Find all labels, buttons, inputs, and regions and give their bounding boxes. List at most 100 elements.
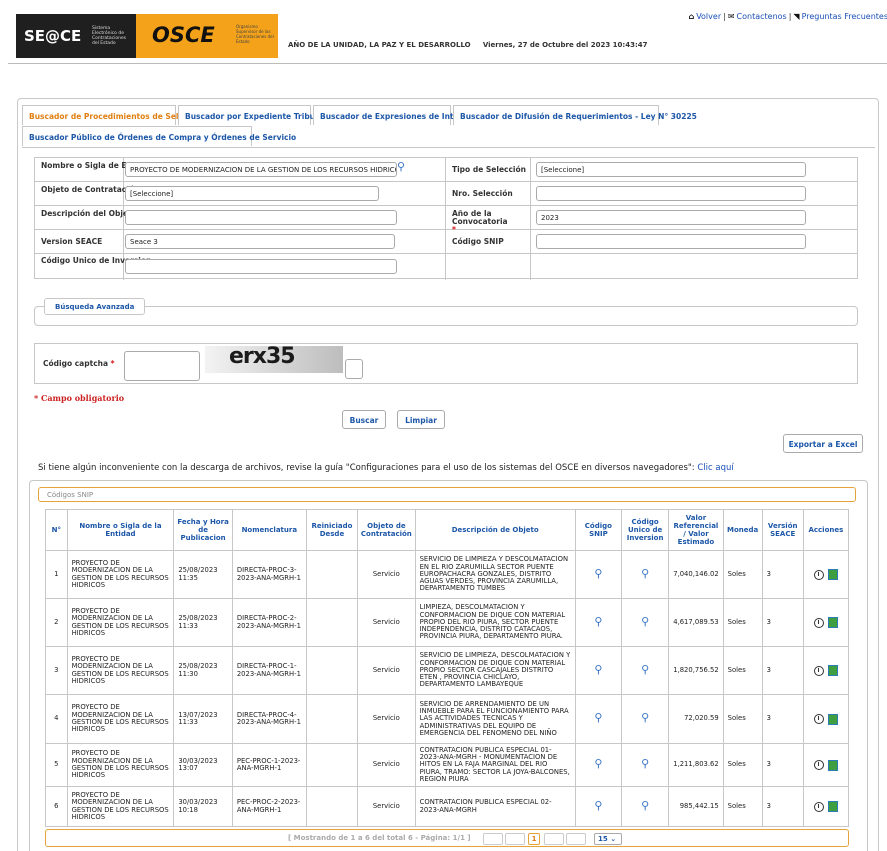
snip-search-icon[interactable]: ⚲ xyxy=(594,567,602,580)
faq-link[interactable]: Preguntas Frecuentes xyxy=(802,12,887,21)
cell-actions xyxy=(802,598,850,647)
snip-input[interactable] xyxy=(536,234,806,249)
column-header: Nombre o Sigla de la Entidad xyxy=(66,509,175,551)
table-row: 4 PROYECTO DE MODERNIZACION DE LA GESTION… xyxy=(45,694,850,744)
inversion-input[interactable] xyxy=(125,259,397,274)
captcha-refresh-button[interactable] xyxy=(345,359,363,379)
first-page-button[interactable] xyxy=(483,833,503,845)
column-header: Reiniciado Desde xyxy=(305,509,359,551)
cell-snip: ⚲ xyxy=(574,743,623,787)
view-document-icon[interactable] xyxy=(827,617,838,628)
download-notice: Si tiene algún inconveniente con la desc… xyxy=(38,463,734,473)
column-header: Objeto de Contratación xyxy=(357,509,416,551)
inversion-search-icon[interactable]: ⚲ xyxy=(641,757,649,770)
header-info: AÑO DE LA UNIDAD, LA PAZ Y EL DESARROLLO… xyxy=(288,41,648,49)
captcha-input[interactable] xyxy=(124,351,200,381)
form-row: Código Unico de Inversion xyxy=(35,254,857,278)
history-icon[interactable] xyxy=(813,714,824,724)
snip-search-icon[interactable]: ⚲ xyxy=(594,757,602,770)
cell-valor: 72,020.59 xyxy=(668,694,724,744)
cell-objeto: Servicio xyxy=(357,550,416,599)
objeto-select[interactable]: [Seleccione] xyxy=(125,186,379,201)
table-row: 1 PROYECTO DE MODERNIZACION DE LA GESTION… xyxy=(45,550,850,599)
column-header: Nomenclatura xyxy=(231,509,307,551)
history-icon[interactable] xyxy=(813,801,824,812)
cell-actions xyxy=(802,786,850,827)
cell-nomen: PEC-PROC-1-2023-ANA-MGRH-1 xyxy=(231,743,307,787)
cell-fecha: 13/07/2023 11:33 xyxy=(173,694,233,744)
entidad-input[interactable]: PROYECTO DE MODERNIZACION DE LA GESTION … xyxy=(125,162,397,177)
tabs-divider xyxy=(22,147,875,148)
contact-link[interactable]: Contactenos xyxy=(737,12,787,21)
view-document-icon[interactable] xyxy=(827,759,838,771)
tipo-seleccion-select[interactable]: [Seleccione] xyxy=(536,162,806,177)
cell-objeto: Servicio xyxy=(357,646,416,695)
notice-link[interactable]: Clic aquí xyxy=(697,463,733,473)
osce-logo[interactable]: OSCE Organismo Supervisor de las Contrat… xyxy=(136,14,278,58)
version-select[interactable]: Seace 3 xyxy=(125,234,395,249)
cell-entidad: PROYECTO DE MODERNIZACION DE LA GESTION … xyxy=(66,646,175,695)
inversion-search-icon[interactable]: ⚲ xyxy=(641,799,649,812)
search-entidad-icon[interactable]: ⚲ xyxy=(397,160,405,173)
cell-valor: 1,211,803.62 xyxy=(668,743,724,787)
inversion-search-icon[interactable]: ⚲ xyxy=(641,615,649,628)
cell-n: 6 xyxy=(45,786,68,827)
search-button[interactable]: Buscar xyxy=(342,410,386,429)
next-page-button[interactable] xyxy=(544,833,564,845)
history-icon[interactable] xyxy=(813,569,824,580)
year-slogan: AÑO DE LA UNIDAD, LA PAZ Y EL DESARROLLO xyxy=(288,41,471,49)
advanced-search-toggle[interactable]: Búsqueda Avanzada xyxy=(44,298,146,315)
cell-inv: ⚲ xyxy=(620,694,670,744)
clear-button[interactable]: Limpiar xyxy=(397,410,445,429)
snip-search-icon[interactable]: ⚲ xyxy=(594,615,602,628)
snip-search-icon[interactable]: ⚲ xyxy=(594,663,602,676)
column-header: Valor Referencial / Valor Estimado xyxy=(668,509,724,551)
cell-reini xyxy=(305,598,359,647)
snip-search-icon[interactable]: ⚲ xyxy=(594,799,602,812)
cell-inv: ⚲ xyxy=(620,550,670,599)
seace-logo[interactable]: SE@CE Sistema Electrónico de Contratacio… xyxy=(16,14,136,58)
view-document-icon[interactable] xyxy=(827,713,838,725)
cell-desc: LIMPIEZA, DESCOLMATACION Y CONFORMACION … xyxy=(414,598,576,647)
view-document-icon[interactable] xyxy=(827,569,838,580)
version-label: Version SEACE xyxy=(41,237,103,246)
tab-ordenes-compra[interactable]: Buscador Público de Órdenes de Compra y … xyxy=(22,126,296,146)
page-size-value: 15 xyxy=(598,835,608,843)
page-size-select[interactable]: 15 ⌄ xyxy=(594,833,622,845)
back-link[interactable]: Volver xyxy=(696,12,721,21)
home-icon[interactable]: ⌂ xyxy=(688,12,694,21)
tab-difusion-requerimientos[interactable]: Buscador de Difusión de Requerimientos -… xyxy=(453,105,697,125)
prev-page-button[interactable] xyxy=(505,833,525,845)
column-header: N° xyxy=(45,509,68,551)
descripcion-input[interactable] xyxy=(125,210,397,225)
captcha-label-text: Código captcha xyxy=(43,359,109,368)
anio-select[interactable]: 2023 xyxy=(536,210,806,225)
export-excel-button[interactable]: Exportar a Excel xyxy=(783,434,863,453)
inversion-search-icon[interactable]: ⚲ xyxy=(641,711,649,724)
inversion-search-icon[interactable]: ⚲ xyxy=(641,567,649,580)
cell-fecha: 25/08/2023 11:35 xyxy=(173,550,233,599)
history-icon[interactable] xyxy=(813,617,824,628)
inversion-search-icon[interactable]: ⚲ xyxy=(641,663,649,676)
snip-codes-bar[interactable]: Códigos SNIP xyxy=(38,487,856,502)
cell-n: 2 xyxy=(45,598,68,647)
current-page-button[interactable]: 1 xyxy=(528,833,540,845)
last-page-button[interactable] xyxy=(566,833,586,845)
cell-inv: ⚲ xyxy=(620,646,670,695)
cell-nomen: DIRECTA-PROC-3-2023-ANA-MGRH-1 xyxy=(231,550,307,599)
tab-expediente-tribunal[interactable]: Buscador por Expediente Tribunal xyxy=(178,105,328,125)
tab-expresiones-interes[interactable]: Buscador de Expresiones de Interés xyxy=(313,105,472,125)
view-document-icon[interactable] xyxy=(827,801,838,812)
history-icon[interactable] xyxy=(813,665,824,676)
cell-actions xyxy=(802,646,850,695)
tab-procedimientos[interactable]: Buscador de Procedimientos de Selección xyxy=(22,105,206,125)
nro-seleccion-input[interactable] xyxy=(536,186,806,201)
cell-version: 3 xyxy=(761,646,804,695)
history-icon[interactable] xyxy=(813,760,824,770)
view-document-icon[interactable] xyxy=(827,665,838,676)
descripcion-label: Descripción del Objeto xyxy=(41,209,137,218)
mail-icon[interactable]: ✉ xyxy=(728,12,735,21)
snip-search-icon[interactable]: ⚲ xyxy=(594,711,602,724)
rss-icon[interactable]: ◥ xyxy=(793,12,799,21)
pagination-bar: [ Mostrando de 1 a 6 del total 6 - Págin… xyxy=(45,829,849,847)
